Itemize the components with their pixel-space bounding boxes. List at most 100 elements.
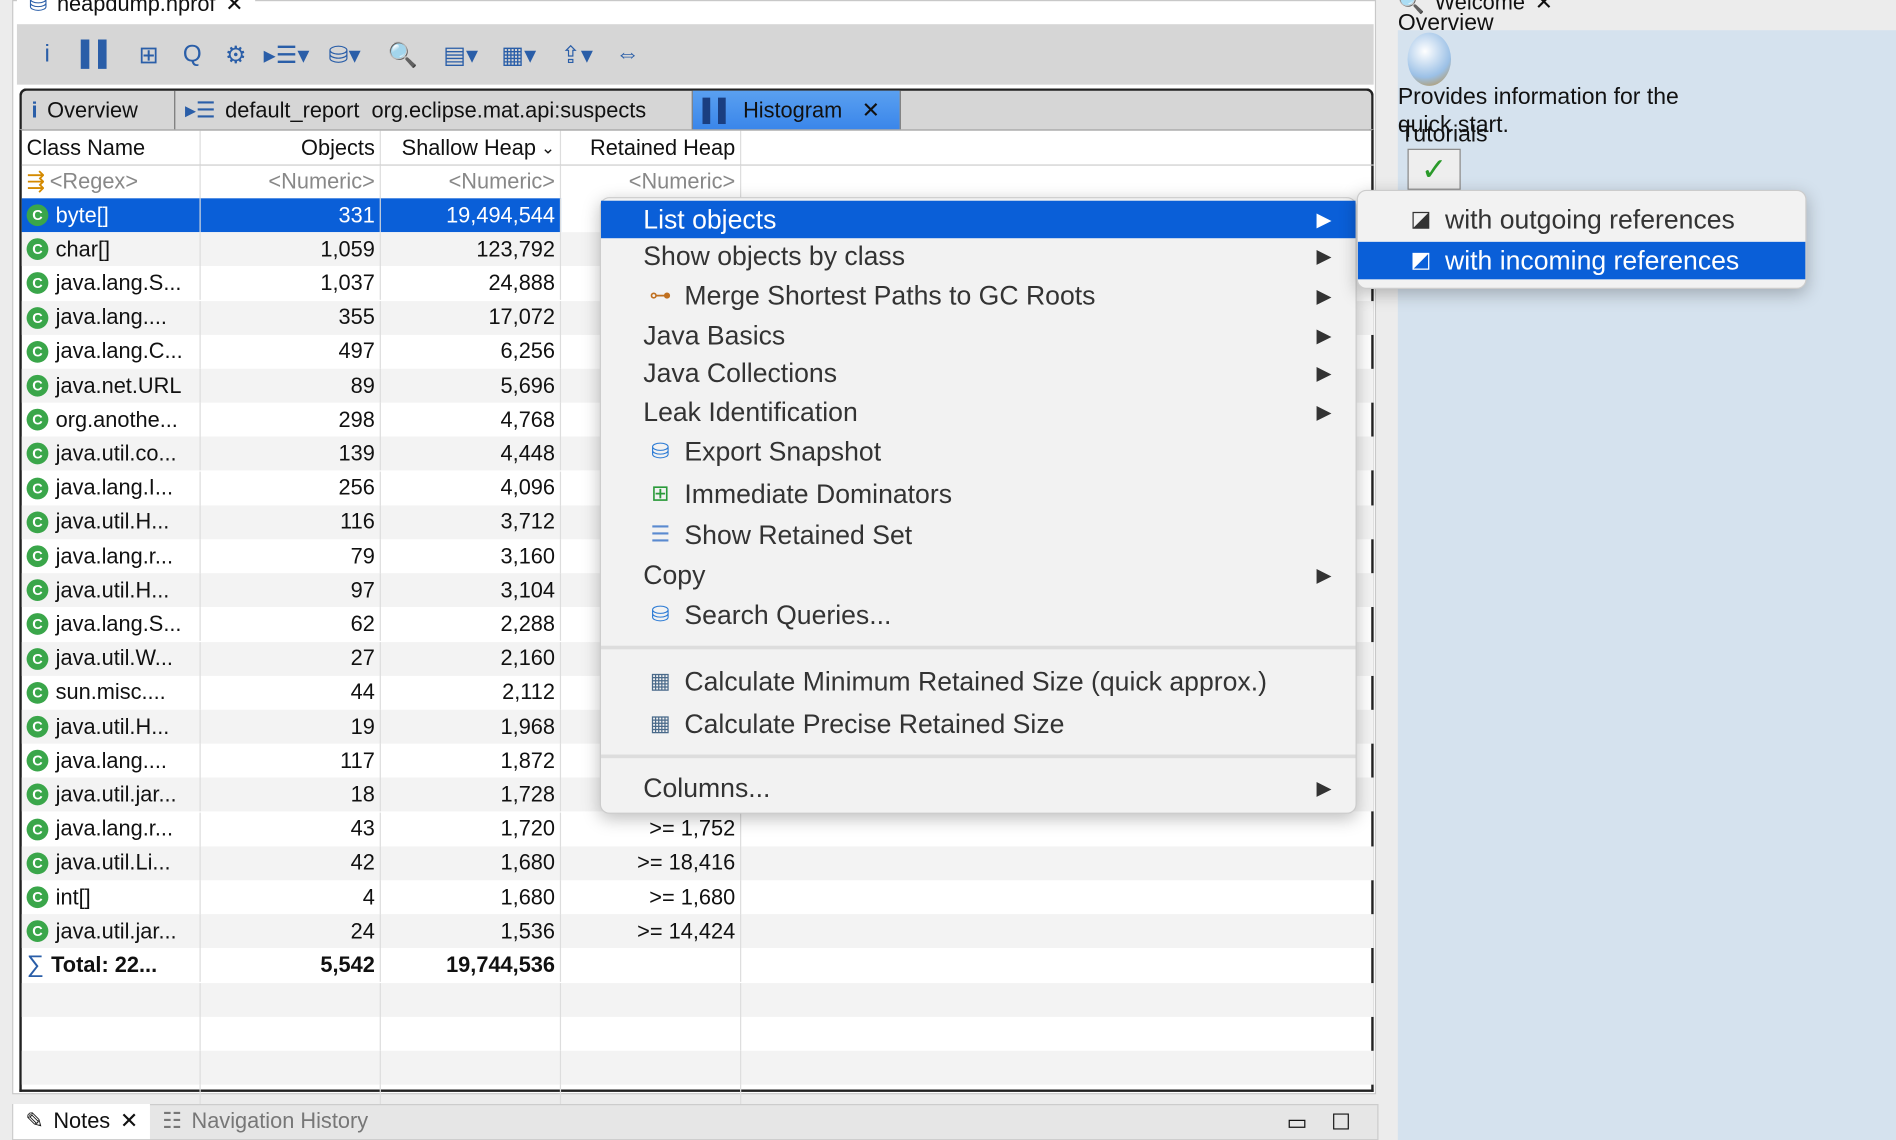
filter-shallow-heap[interactable]: <Numeric>: [381, 165, 562, 199]
cell-text: 1,720: [500, 816, 556, 841]
cell-text: 1,680: [500, 850, 556, 875]
menu-item-export-snapshot[interactable]: ⛁ Export Snapshot: [601, 433, 1356, 470]
table-row[interactable]: Cjava.util.Li... 42 1,680 >= 18,416: [21, 846, 1374, 881]
tab-default-report[interactable]: ▸☰ default_report org.eclipse.mat.api:sus…: [175, 90, 693, 130]
menu-item-show-retained-set[interactable]: ☰ Show Retained Set: [601, 516, 1356, 553]
cell-text: 256: [338, 475, 375, 500]
close-icon[interactable]: ✕: [120, 1109, 138, 1134]
menu-item-list-objects[interactable]: List objects ▶: [600, 200, 1356, 239]
export-icon[interactable]: ⇪▾: [554, 39, 600, 70]
close-icon[interactable]: ✕: [1535, 0, 1553, 16]
menu-item-columns[interactable]: Columns... ▶: [601, 769, 1356, 806]
menu-item-label: Merge Shortest Paths to GC Roots: [684, 279, 1096, 311]
menu-item-label: Java Collections: [643, 357, 837, 388]
cell-text: 116: [340, 509, 375, 534]
cell-shallow-heap: 2,112: [381, 675, 562, 710]
tab-histogram[interactable]: ▌▌ Histogram ✕: [692, 90, 901, 130]
oql-icon[interactable]: Q: [177, 39, 208, 70]
tab-bar: i Overview ▸☰ default_report org.eclipse.m…: [19, 88, 1374, 130]
menu-item-label: Search Queries...: [684, 599, 892, 630]
cell-class-name: Cjava.net.URL: [22, 368, 201, 403]
close-icon[interactable]: ✕: [225, 0, 243, 16]
cell-class-name: Cjava.lang.I...: [22, 471, 201, 505]
menu-item-calculate-minimum-retained-size-quick-approx[interactable]: ▦ Calculate Minimum Retained Size (quick …: [601, 663, 1356, 700]
tab-overview[interactable]: i Overview: [22, 90, 176, 130]
cell-shallow-heap: 1,728: [381, 777, 562, 812]
info-icon[interactable]: i: [31, 39, 62, 70]
table-row[interactable]: Cint[] 4 1,680 >= 1,680: [22, 880, 1374, 915]
menu-item-search-queries[interactable]: ⛁ Search Queries...: [601, 596, 1356, 633]
cell-shallow-heap: 2,288: [381, 607, 562, 642]
cell-class-name: Cchar[]: [22, 232, 201, 267]
table-row[interactable]: Cjava.util.jar... 24 1,536 >= 14,424: [21, 914, 1374, 949]
cell-shallow-heap: 1,680: [381, 846, 562, 881]
tab-label: Navigation History: [191, 1108, 369, 1134]
class-icon: C: [26, 681, 49, 704]
menu-item-merge-shortest-paths-to-gc-roots[interactable]: ⊶ Merge Shortest Paths to GC Roots ▶: [601, 277, 1356, 314]
cell-class-name: Cjava.util.W...: [22, 641, 201, 676]
column-header-retained-heap[interactable]: Retained Heap: [561, 130, 742, 165]
menu-item-java-basics[interactable]: Java Basics ▶: [601, 317, 1356, 354]
cell-text: 2,112: [502, 679, 556, 705]
empty-cell: [381, 1050, 562, 1085]
compare-icon[interactable]: ⇔: [612, 39, 643, 70]
calculate-icon[interactable]: ▦▾: [496, 39, 542, 70]
heap-dump-overview-icon[interactable]: ⚙: [220, 39, 251, 70]
column-header-class-name[interactable]: Class Name: [22, 130, 201, 165]
cell-retained-heap: >= 1,680: [561, 880, 742, 915]
class-icon: C: [26, 715, 49, 738]
cell-objects: 89: [201, 368, 381, 403]
cell-objects: 298: [201, 402, 381, 437]
menu-item-java-collections[interactable]: Java Collections ▶: [601, 354, 1356, 391]
cell-text: java.lang.S...: [55, 270, 182, 295]
globe-icon: [1407, 32, 1452, 86]
cell-objects: 18: [201, 777, 381, 812]
editor-tab-heapdump[interactable]: ⛁ heapdump.hprof ✕: [16, 0, 256, 22]
calculator-icon: ▦: [649, 711, 671, 736]
menu-item-with-outgoing-references[interactable]: ◪ with outgoing references: [1358, 201, 1805, 238]
tab-navigation-history[interactable]: ☷ Navigation History: [150, 1104, 380, 1139]
dominator-tree-icon[interactable]: ⊞: [133, 39, 164, 70]
query-browser-icon[interactable]: ⛁▾: [322, 39, 368, 70]
histogram-icon[interactable]: ▌▌: [75, 39, 121, 70]
filter-class-name[interactable]: ⇶ <Regex>: [22, 165, 201, 199]
empty-cell: [561, 1016, 742, 1051]
overview-link[interactable]: Overview: [1398, 11, 1494, 38]
cell-objects: 42: [201, 846, 381, 881]
table-row[interactable]: Cjava.lang.r... 43 1,720 >= 1,752: [22, 812, 1374, 846]
group-icon[interactable]: ▤▾: [438, 39, 484, 70]
class-icon: C: [26, 886, 49, 909]
cell-class-name: Cjava.lang.r...: [22, 812, 201, 846]
close-icon[interactable]: ✕: [862, 97, 880, 122]
menu-item-label: with outgoing references: [1444, 203, 1735, 234]
cell-text: 27: [350, 645, 375, 671]
search-icon[interactable]: 🔍: [380, 39, 426, 70]
menu-item-copy[interactable]: Copy ▶: [601, 556, 1356, 593]
maximize-icon[interactable]: ☐: [1331, 1110, 1351, 1135]
minimize-icon[interactable]: ▭: [1287, 1110, 1308, 1135]
filter-icon: ⇶: [26, 169, 45, 194]
menu-item-label: Calculate Precise Retained Size: [684, 707, 1065, 739]
cell-text: 1,728: [500, 782, 556, 807]
cell-shallow-heap: 4,768: [381, 402, 562, 437]
filter-objects[interactable]: <Numeric>: [201, 165, 381, 199]
column-header-shallow-heap[interactable]: Shallow Heap ⌄: [381, 130, 562, 165]
menu-item-leak-identification[interactable]: Leak Identification ▶: [601, 393, 1356, 430]
menu-item-immediate-dominators[interactable]: ⊞ Immediate Dominators: [601, 475, 1356, 512]
class-icon: C: [26, 818, 49, 840]
menu-item-show-objects-by-class[interactable]: Show objects by class ▶: [601, 237, 1356, 274]
total-row[interactable]: ∑ Total: 22... 5,542 19,744,536: [22, 948, 1374, 983]
submenu-arrow-icon: ▶: [1316, 285, 1332, 307]
cell-objects: 116: [201, 505, 381, 540]
cell-text: java.lang.r...: [55, 543, 173, 568]
tab-notes[interactable]: ✎ Notes ✕: [13, 1103, 151, 1140]
menu-item-calculate-precise-retained-size[interactable]: ▦ Calculate Precise Retained Size: [601, 705, 1356, 742]
tutorials-link[interactable]: Tutorials: [1400, 122, 1487, 149]
run-report-icon[interactable]: ▸☰▾: [264, 39, 310, 70]
class-icon: C: [26, 272, 49, 295]
menu-item-with-incoming-references[interactable]: ◩ with incoming references: [1357, 241, 1806, 280]
column-header-objects[interactable]: Objects: [201, 130, 381, 165]
cell-text: char[]: [55, 236, 111, 261]
cell-class-name: Cbyte[]: [21, 198, 201, 233]
filter-retained-heap[interactable]: <Numeric>: [561, 165, 742, 199]
